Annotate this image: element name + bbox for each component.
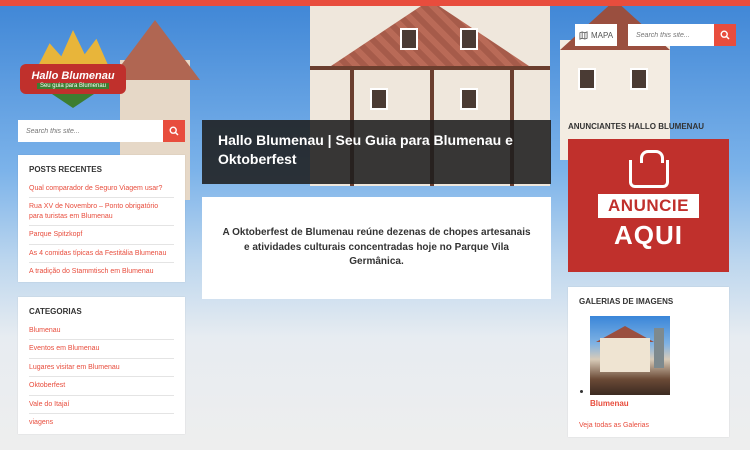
map-button[interactable]: MAPA: [575, 24, 617, 46]
category-link[interactable]: viagens: [29, 414, 174, 431]
category-link[interactable]: Eventos em Blumenau: [29, 340, 174, 359]
recent-posts-title: POSTS RECENTES: [29, 165, 102, 174]
gallery-thumbnail[interactable]: [590, 316, 670, 395]
header-search-button[interactable]: [714, 24, 736, 46]
sidebar-search-button[interactable]: [163, 120, 185, 142]
categories-widget: CATEGORIAS Blumenau Eventos em Blumenau …: [18, 297, 185, 434]
recent-post-link[interactable]: Qual comparador de Seguro Viagem usar?: [29, 180, 174, 199]
header-search-input[interactable]: [628, 24, 714, 46]
map-label: MAPA: [590, 30, 614, 40]
category-link[interactable]: Blumenau: [29, 322, 174, 341]
recent-post-link[interactable]: As 4 comidas típicas da Festitália Blume…: [29, 245, 174, 264]
advertise-banner-here: AQUI: [614, 220, 683, 250]
site-logo[interactable]: Hallo Blumenau Seu guia para Blumenau: [20, 28, 126, 108]
all-galleries-link[interactable]: Veja todas as Galerias: [579, 422, 649, 429]
recent-posts-list: Qual comparador de Seguro Viagem usar? R…: [18, 180, 185, 281]
category-link[interactable]: Vale do Itajaí: [29, 396, 174, 415]
shopping-bag-icon: [628, 150, 669, 188]
recent-post-link[interactable]: Parque Spitzkopf: [29, 226, 174, 245]
advertise-banner[interactable]: ANUNCIE AQUI: [568, 139, 729, 272]
sidebar-search: [18, 120, 185, 142]
search-icon: [720, 30, 730, 40]
map-icon: [579, 30, 588, 40]
category-link[interactable]: Oktoberfest: [29, 377, 174, 396]
search-icon: [169, 126, 179, 136]
page-title: Hallo Blumenau | Seu Guia para Blumenau …: [202, 120, 551, 184]
logo-tagline: Seu guia para Blumenau: [36, 82, 110, 89]
list-bullet: [580, 390, 583, 393]
top-accent-bar: [0, 0, 750, 6]
advertisers-title: ANUNCIANTES HALLO BLUMENAU: [568, 122, 704, 131]
header-search: [628, 24, 736, 46]
logo-band: Hallo Blumenau Seu guia para Blumenau: [20, 64, 126, 94]
logo-title: Hallo Blumenau: [31, 69, 115, 82]
recent-post-link[interactable]: A tradição do Stammtisch em Blumenau: [29, 263, 174, 280]
recent-posts-widget: POSTS RECENTES Qual comparador de Seguro…: [18, 155, 185, 282]
gallery-item-link[interactable]: Blumenau: [590, 399, 629, 408]
category-link[interactable]: Lugares visitar em Blumenau: [29, 359, 174, 378]
recent-post-link[interactable]: Rua XV de Novembro – Ponto obrigatório p…: [29, 198, 174, 227]
categories-list: Blumenau Eventos em Blumenau Lugares vis…: [18, 322, 185, 432]
categories-title: CATEGORIAS: [29, 307, 82, 316]
gallery-title: GALERIAS DE IMAGENS: [579, 297, 674, 306]
sidebar-search-input[interactable]: [18, 120, 163, 142]
intro-text: A Oktoberfest de Blumenau reúne dezenas …: [202, 197, 551, 299]
advertise-banner-label: ANUNCIE: [598, 194, 699, 218]
